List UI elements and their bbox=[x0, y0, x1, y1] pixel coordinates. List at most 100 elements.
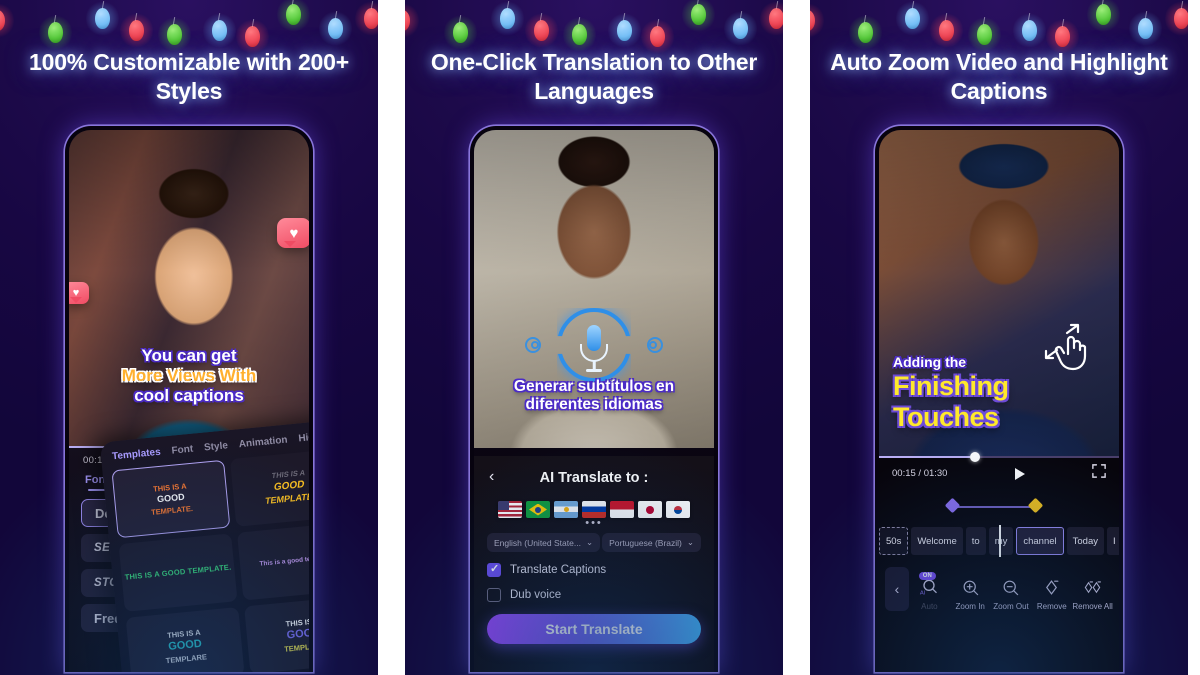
christmas-light-bulb bbox=[681, 0, 715, 34]
caption-line-2: diferentes idiomas bbox=[525, 396, 663, 414]
collapse-toolbar-button[interactable]: ‹ bbox=[885, 567, 909, 611]
flag-picker bbox=[487, 501, 701, 518]
phone-mockup-1: ♥ ♥ You can get More Views With cool cap… bbox=[65, 126, 313, 672]
fullscreen-icon[interactable] bbox=[1092, 464, 1106, 483]
promo-screenshot: 100% Customizable with 200+ Styles ♥ ♥ Y… bbox=[0, 0, 1200, 675]
heart-reaction-icon-2: ♥ bbox=[69, 282, 89, 304]
target-language-dropdown[interactable]: Portuguese (Brazil) ⌄ bbox=[602, 533, 701, 552]
tool-zoom-in[interactable]: Zoom In bbox=[950, 575, 991, 611]
caption-word-timeline[interactable]: 50s Welcome to my channel Today I am goi… bbox=[879, 525, 1119, 557]
template-card[interactable]: This is a good template. bbox=[236, 521, 309, 601]
flag-japan[interactable] bbox=[638, 501, 662, 518]
play-icon[interactable] bbox=[1014, 467, 1025, 480]
flag-united-states[interactable] bbox=[498, 501, 522, 518]
flag-argentina[interactable] bbox=[554, 501, 578, 518]
word-chip[interactable]: to bbox=[965, 527, 986, 555]
word-chip-active[interactable]: channel bbox=[1016, 527, 1064, 555]
keyframe-start-marker[interactable] bbox=[944, 497, 961, 514]
christmas-light-bulb bbox=[276, 0, 310, 34]
playback-bar: 00:15 / 01:30 bbox=[879, 456, 1119, 491]
tool-auto[interactable]: ON AI Auto bbox=[909, 572, 950, 611]
translate-captions-label: Translate Captions bbox=[510, 564, 607, 576]
christmas-light-bulb bbox=[724, 9, 758, 48]
keyframe-end-marker[interactable] bbox=[1027, 497, 1044, 514]
christmas-lights-strand-2 bbox=[405, 0, 783, 56]
dub-voice-label: Dub voice bbox=[510, 589, 562, 601]
phone-screen-3: Adding the Finishing Touches 00:15 / 01:… bbox=[879, 130, 1119, 672]
tool-remove-all[interactable]: Remove All bbox=[1072, 575, 1113, 611]
phone-mockup-3: Adding the Finishing Touches 00:15 / 01:… bbox=[875, 126, 1123, 672]
christmas-light-bulb bbox=[1012, 11, 1046, 50]
zoom-in-icon bbox=[950, 575, 991, 599]
chevron-down-icon: ⌄ bbox=[686, 537, 694, 547]
flag-indonesia[interactable] bbox=[610, 501, 634, 518]
template-grid: THIS IS A GOOD TEMPLATE. THIS IS A GOOD … bbox=[102, 447, 309, 672]
translate-captions-checkbox[interactable] bbox=[487, 562, 501, 577]
source-language-dropdown[interactable]: English (United State... ⌄ bbox=[487, 533, 601, 552]
video-caption-3: Adding the Finishing Touches bbox=[879, 354, 1119, 434]
translate-captions-row[interactable]: Translate Captions bbox=[487, 562, 701, 577]
tab-highlight[interactable]: Highlight bbox=[298, 429, 309, 444]
christmas-light-bulb bbox=[119, 11, 153, 50]
template-card[interactable]: THIS IS A GOOD TEMPLATE. bbox=[111, 459, 231, 539]
christmas-lights-strand-1 bbox=[0, 0, 378, 56]
keyframe-track bbox=[879, 491, 1119, 525]
caption-line-2: Finishing bbox=[893, 370, 1009, 401]
christmas-light-bulb bbox=[929, 11, 963, 50]
tool-label: Remove bbox=[1036, 602, 1067, 611]
time-label: 00:15 / 01:30 bbox=[892, 468, 948, 479]
auto-zoom-editor-sheet: 00:15 / 01:30 50s Welcome to my channel … bbox=[879, 452, 1119, 672]
word-chip[interactable]: 50s bbox=[879, 527, 909, 555]
christmas-light-bulb bbox=[86, 0, 120, 38]
template-line-3: TEMPLATE. bbox=[264, 491, 309, 507]
caption-line-1: Adding the bbox=[893, 354, 967, 370]
tool-zoom-out[interactable]: Zoom Out bbox=[991, 575, 1032, 611]
templates-sheet: Templates Font Style Animation Highlight… bbox=[99, 418, 309, 672]
panel-1-headline: 100% Customizable with 200+ Styles bbox=[0, 48, 378, 107]
translate-header: ‹ AI Translate to : bbox=[487, 466, 701, 490]
start-translate-button[interactable]: Start Translate bbox=[487, 614, 701, 644]
sound-wave-right-icon bbox=[637, 334, 663, 356]
christmas-lights-strand-3 bbox=[810, 0, 1188, 56]
flag-south-korea[interactable] bbox=[666, 501, 690, 518]
remove-icon bbox=[1031, 575, 1072, 599]
word-chip[interactable]: I bbox=[1107, 527, 1119, 555]
word-chip[interactable]: Today bbox=[1066, 527, 1104, 555]
dub-voice-row[interactable]: Dub voice bbox=[487, 588, 701, 602]
template-card[interactable]: THIS IS A GOOD TEMPLATE. bbox=[118, 533, 238, 612]
tool-label: Zoom In bbox=[955, 602, 985, 611]
target-language-value: Portuguese (Brazil) bbox=[609, 537, 682, 548]
dub-voice-checkbox[interactable] bbox=[487, 588, 501, 602]
christmas-light-bulb bbox=[896, 0, 930, 38]
phone-screen-2: Generar subtítulos en diferentes idiomas… bbox=[474, 130, 714, 672]
christmas-light-bulb bbox=[443, 13, 477, 52]
more-languages-icon[interactable]: ••• bbox=[487, 518, 701, 529]
tab-animation[interactable]: Animation bbox=[238, 435, 288, 451]
tool-label: Auto bbox=[921, 602, 938, 611]
svg-text:AI: AI bbox=[920, 591, 926, 597]
flag-russia[interactable] bbox=[582, 501, 606, 518]
sound-wave-left-icon bbox=[525, 334, 551, 356]
video-caption-1: You can get More Views With cool caption… bbox=[69, 346, 309, 406]
christmas-light-bulb bbox=[562, 15, 596, 54]
template-line-2: This is a good template. bbox=[259, 553, 309, 568]
tab-templates[interactable]: Templates bbox=[112, 447, 162, 463]
playhead[interactable] bbox=[999, 525, 1001, 557]
tab-font-2[interactable]: Font bbox=[171, 444, 194, 457]
caption-line-2: More Views With bbox=[121, 366, 257, 386]
christmas-light-bulb bbox=[1165, 0, 1188, 38]
word-chip[interactable]: Welcome bbox=[911, 527, 963, 555]
flag-brazil[interactable] bbox=[526, 501, 550, 518]
back-chevron-icon[interactable]: ‹ bbox=[489, 468, 494, 486]
template-card[interactable]: THIS IS A GOOD TEMPLATE. bbox=[229, 448, 309, 527]
phone-screen-1: ♥ ♥ You can get More Views With cool cap… bbox=[69, 130, 309, 672]
tool-label: Zoom Out bbox=[993, 602, 1029, 611]
template-line-2: GOOD bbox=[286, 626, 309, 642]
word-chip[interactable]: my bbox=[988, 527, 1014, 555]
template-line-2: THIS IS A GOOD TEMPLATE. bbox=[124, 562, 232, 583]
template-card[interactable]: THIS IS A GOOD TEMPLARE bbox=[125, 607, 245, 672]
tool-remove[interactable]: Remove bbox=[1031, 575, 1072, 611]
remove-all-icon bbox=[1072, 575, 1113, 599]
template-card[interactable]: THIS IS A GOOD TEMPLARE bbox=[244, 595, 309, 672]
tab-style[interactable]: Style bbox=[204, 440, 229, 453]
